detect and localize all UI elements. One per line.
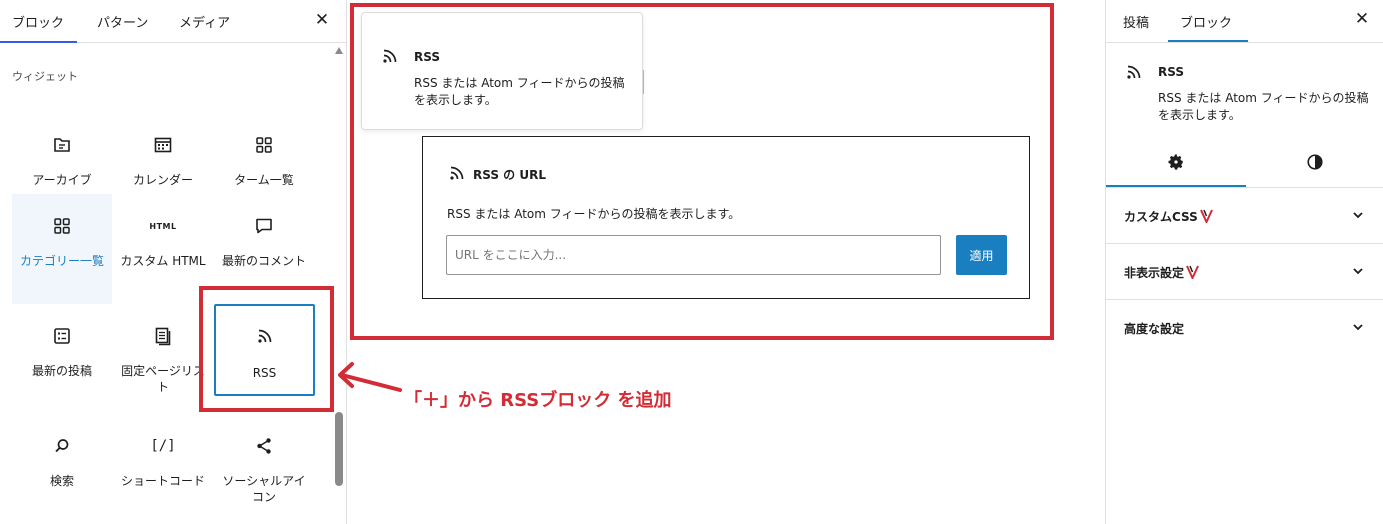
block-item-label: カレンダー [132,173,193,187]
rss-icon [380,46,400,69]
archive-icon [12,133,112,157]
active-tab-indicator [0,41,77,43]
block-preview-popover: RSS RSS または Atom フィードからの投稿を表示します。 [361,12,643,130]
block-item-search[interactable]: 検索 [12,414,112,524]
block-item-label: カスタム HTML [120,254,206,268]
settings-tab[interactable] [1106,140,1245,187]
chevron-down-icon[interactable] [1352,265,1364,280]
block-item-label: ソーシャルアイコン [222,474,306,504]
panel-title-wrap: 非表示設定 [1124,264,1199,282]
inserter-tabs: ブロック パターン メディア ✕ [0,0,346,43]
apply-button[interactable]: 適用 [956,235,1007,275]
styles-icon [1306,153,1324,174]
block-item-shortcode[interactable]: [/] ショートコード [113,414,213,524]
search-icon [12,434,112,458]
calendar-icon [113,133,213,157]
block-item-custom-html[interactable]: HTML カスタム HTML [113,194,213,304]
block-item-label: 最新の投稿 [31,364,92,378]
panel-visibility[interactable]: 非表示設定 [1106,244,1383,300]
panel-title: 非表示設定 [1124,266,1185,280]
scroll-thumb[interactable] [335,412,343,486]
rss-block-title: RSS の URL [473,168,546,182]
block-card-title: RSS [1158,65,1184,79]
vk-logo-icon [1186,265,1199,282]
section-label-widgets: ウィジェット [12,70,78,83]
scroll-up-icon[interactable] [335,47,343,54]
html-icon: HTML [149,221,177,231]
grid-icon [214,133,314,157]
settings-icon [1167,153,1185,174]
block-item-label: カテゴリー一覧 [19,254,104,268]
rss-url-input[interactable] [446,235,941,275]
block-item-label: 検索 [49,474,74,488]
rss-icon [447,163,467,186]
panel-custom-css[interactable]: カスタムCSS [1106,188,1383,244]
block-item-page-list[interactable]: 固定ページリスト [113,304,213,414]
rss-icon [1124,62,1144,85]
block-item-label: 固定ページリスト [121,364,205,394]
chevron-down-icon[interactable] [1352,321,1364,336]
annotation-arrow-icon [334,358,404,401]
list-icon [12,324,112,348]
grid-icon [12,214,112,238]
panel-title-wrap: カスタムCSS [1124,208,1213,226]
chevron-down-icon[interactable] [1352,209,1364,224]
tabs-divider [1106,42,1383,43]
panel-advanced[interactable]: 高度な設定 [1106,300,1383,356]
popover-description: RSS または Atom フィードからの投稿を表示します。 [414,76,625,107]
vk-logo-icon [1199,209,1213,226]
tab-blocks[interactable]: ブロック [12,12,64,31]
block-item-social-icons[interactable]: ソーシャルアイコン [214,414,314,524]
hidden-block-edge [643,70,644,94]
comment-icon [214,214,314,238]
share-icon [214,434,314,458]
tab-post[interactable]: 投稿 [1123,12,1149,31]
inserter-scrollbar[interactable] [333,44,346,524]
pages-icon [113,324,213,348]
popover-title: RSS [414,50,440,64]
rss-highlight-box [199,286,334,412]
shortcode-icon: [/] [150,438,176,454]
block-item-categories[interactable]: カテゴリー一覧 [12,194,112,304]
rss-block-placeholder[interactable]: RSS の URL RSS または Atom フィードからの投稿を表示します。 … [422,136,1030,299]
panel-title: 高度な設定 [1124,322,1185,336]
rss-block-description: RSS または Atom フィードからの投稿を表示します。 [447,207,741,221]
annotation-text: 「＋」から RSSブロック を追加 [404,390,672,411]
settings-sidebar: 投稿 ブロック ✕ RSS RSS または Atom フィードからの投稿を表示し… [1105,0,1383,524]
tab-block[interactable]: ブロック [1180,12,1232,31]
block-card-description: RSS または Atom フィードからの投稿を表示します。 [1158,91,1369,122]
panel-title: カスタムCSS [1124,210,1198,224]
tab-patterns[interactable]: パターン [97,12,148,31]
block-item-latest-posts[interactable]: 最新の投稿 [12,304,112,414]
close-icon[interactable]: ✕ [314,10,330,30]
block-item-label: ショートコード [120,474,205,488]
close-icon[interactable]: ✕ [1354,9,1370,29]
block-item-label: アーカイブ [32,173,92,187]
block-item-label: 最新のコメント [221,254,306,268]
styles-tab[interactable] [1245,140,1383,187]
block-item-label: ターム一覧 [234,173,294,187]
block-inserter-panel: ブロック パターン メディア ✕ ウィジェット アーカイブ カレンダー ターム一… [0,0,347,524]
tab-media[interactable]: メディア [179,12,230,31]
